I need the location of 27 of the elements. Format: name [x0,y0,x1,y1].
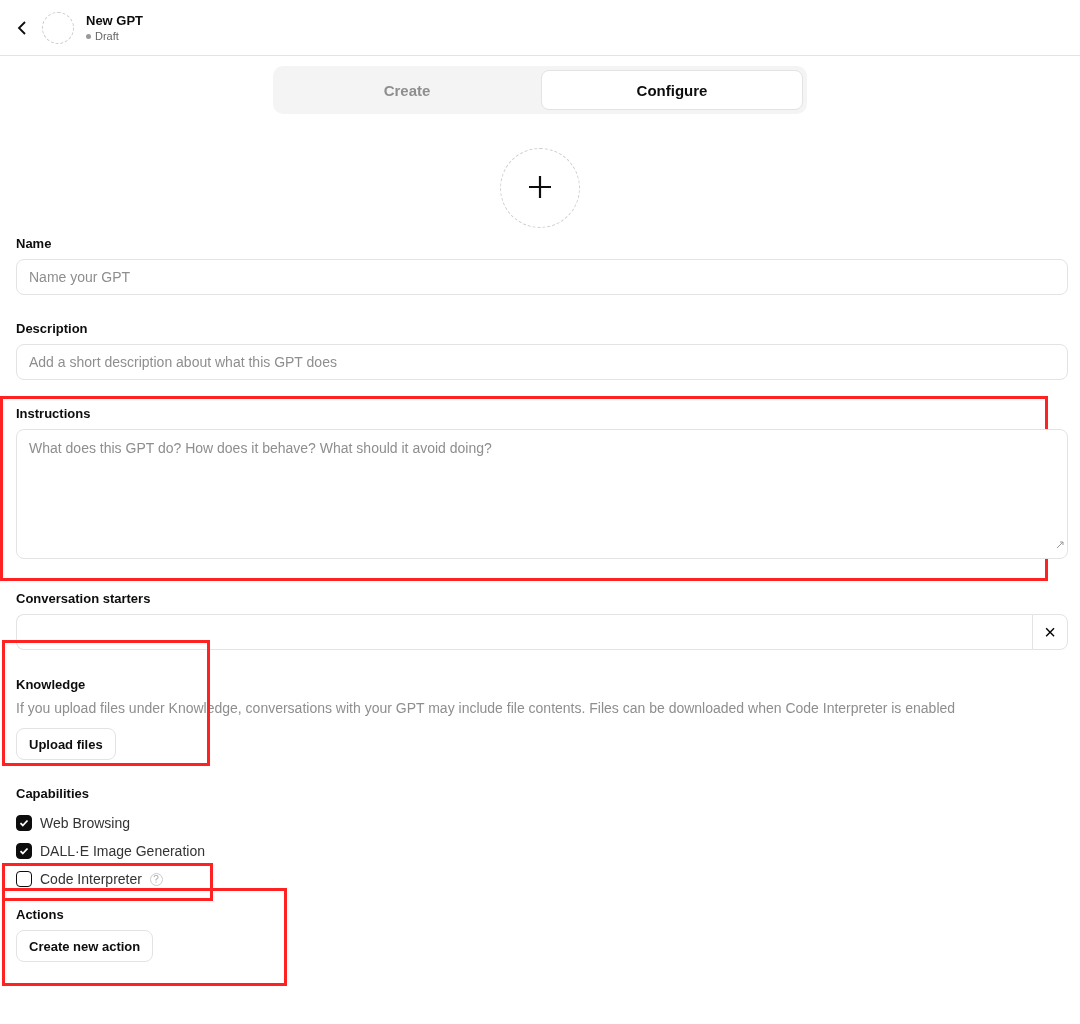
capability-label: Code Interpreter [40,871,142,887]
field-label: Description [16,321,89,336]
section-title: Actions [16,907,65,922]
field-label: Name [16,236,53,251]
checkbox[interactable] [16,815,32,831]
remove-button[interactable]: × [1032,614,1068,650]
gpt-title: New GPT [86,13,144,28]
plus-icon [527,173,553,200]
starter-input[interactable] [16,614,1032,650]
resize-icon[interactable] [1056,541,1064,549]
description-input[interactable]: Add a short description about what this GPT does [16,344,1068,380]
checkbox[interactable] [16,871,32,887]
instructions-input[interactable]: What does this GPT do? How does it behave? What should it avoid doing? [16,429,1068,559]
capability-label: Web Browsing [40,815,130,831]
section-title: Knowledge [16,677,87,692]
create-action-button[interactable]: Create new action [16,930,154,962]
check-icon [19,846,29,856]
upload-files-button[interactable]: Upload files [16,728,116,760]
check-icon [19,818,29,828]
field-label: Instructions [16,406,92,421]
field-label: Conversation starters [16,591,152,606]
status-label: Draft [86,30,144,42]
checkbox[interactable] [16,843,32,859]
tab[interactable]: Configure [541,70,803,110]
section-title: Capabilities [16,786,90,801]
name-input[interactable]: Name your GPT [16,259,1068,295]
capability-label: DALL·E Image Generation [40,843,205,859]
